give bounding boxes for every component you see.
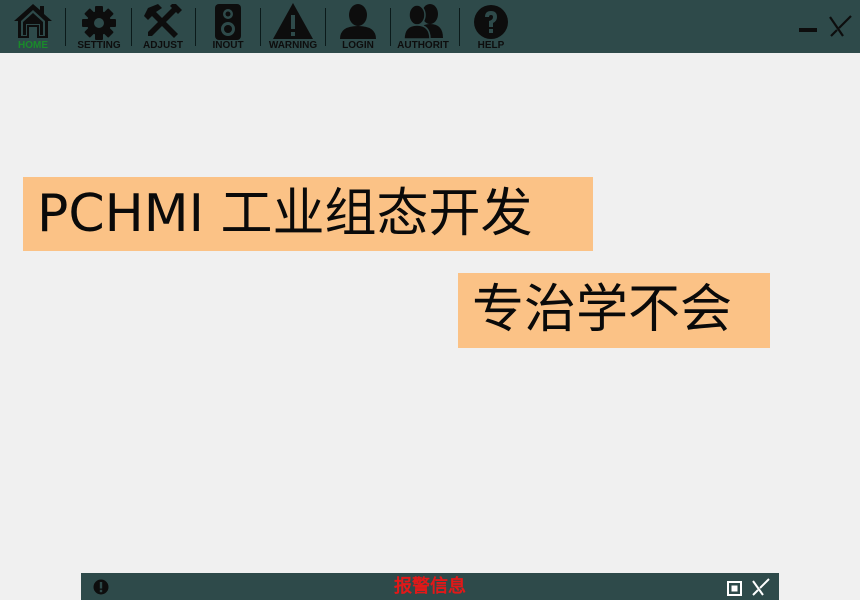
top-toolbar: HOME SETTING ADJUST INOUT WARNING LOGIN …	[0, 0, 860, 53]
nav-warning-button[interactable]: WARNING	[266, 0, 320, 53]
close-icon	[829, 15, 852, 37]
nav-home-label: HOME	[18, 40, 48, 51]
nav-authority-button[interactable]: AUTHORIT	[395, 0, 451, 53]
nav-help-label: HELP	[477, 40, 505, 51]
help-icon	[474, 5, 508, 39]
nav-setting-button[interactable]: SETTING	[74, 0, 124, 53]
nav-authority-label: AUTHORIT	[397, 40, 449, 51]
banner-subtitle: 专治学不会	[458, 273, 770, 348]
nav-adjust-label: ADJUST	[142, 40, 183, 51]
users-icon	[403, 4, 443, 40]
alarm-restore-button[interactable]	[727, 581, 742, 596]
home-icon	[14, 4, 52, 38]
alarm-title: 报警信息	[394, 576, 466, 597]
warning-icon	[273, 3, 313, 39]
toolbar-separator	[65, 8, 66, 46]
nav-inout-label: INOUT	[212, 40, 244, 51]
speaker-icon	[215, 4, 241, 40]
alarm-panel-header: 报警信息	[81, 573, 779, 600]
close-button[interactable]	[829, 14, 853, 38]
tools-icon	[144, 4, 182, 38]
nav-login-button[interactable]: LOGIN	[333, 0, 383, 53]
banner-title: PCHMI 工业组态开发	[23, 177, 593, 251]
restore-icon	[727, 581, 742, 596]
toolbar-separator	[195, 8, 196, 46]
nav-help-button[interactable]: HELP	[466, 0, 516, 53]
nav-login-label: LOGIN	[342, 40, 374, 51]
minimize-icon	[799, 28, 817, 32]
toolbar-separator	[260, 8, 261, 46]
gear-icon	[82, 6, 116, 40]
nav-home-button[interactable]: HOME	[10, 0, 56, 53]
toolbar-separator	[131, 8, 132, 46]
toolbar-separator	[390, 8, 391, 46]
toolbar-separator	[325, 8, 326, 46]
nav-inout-button[interactable]: INOUT	[203, 0, 253, 53]
close-icon	[752, 578, 770, 596]
alarm-close-button[interactable]	[752, 578, 770, 596]
user-icon	[340, 4, 376, 39]
nav-warning-label: WARNING	[268, 40, 318, 51]
toolbar-separator	[459, 8, 460, 46]
nav-adjust-button[interactable]: ADJUST	[138, 0, 188, 53]
nav-setting-label: SETTING	[77, 40, 121, 51]
minimize-button[interactable]	[798, 20, 818, 32]
